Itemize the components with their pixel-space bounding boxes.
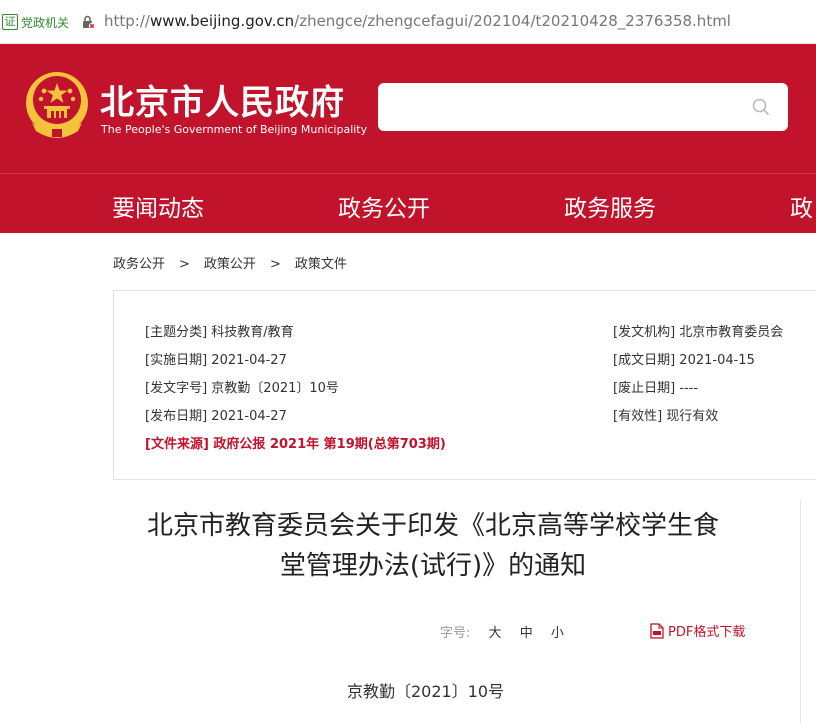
nav-item-news[interactable]: 要闻动态 (112, 189, 204, 223)
breadcrumb-item-policy-open[interactable]: 政策公开 (204, 257, 256, 272)
content-divider (800, 500, 801, 723)
document-info-box: [主题分类] 科技教育/教育 [实施日期] 2021-04-27 [发文字号] … (113, 290, 816, 480)
info-repeal-date: [废止日期] ---- (613, 381, 699, 396)
insecure-lock-icon[interactable] (80, 14, 96, 30)
info-publish-date: [发布日期] 2021-04-27 (145, 409, 287, 424)
font-size-label: 字号: (440, 626, 471, 641)
cert-label: 党政机关 (21, 15, 70, 30)
article-doc-number: 京教勤〔2021〕10号 (347, 682, 505, 701)
font-size-medium-button[interactable]: 中 (520, 626, 533, 641)
breadcrumb-separator: > (179, 257, 190, 272)
breadcrumb-separator: > (269, 257, 281, 272)
info-doc-number: [发文字号] 京教勤〔2021〕10号 (145, 381, 339, 396)
nav-item-gov-affairs-open[interactable]: 政务公开 (338, 189, 430, 223)
article-title: 北京市教育委员会关于印发《北京高等学校学生食 堂管理办法(试行)》的通知 (113, 506, 753, 586)
breadcrumb-item-gov-affairs[interactable]: 政务公开 (113, 257, 165, 272)
info-topic: [主题分类] 科技教育/教育 (145, 325, 294, 340)
address-bar[interactable]: 证 党政机关 http://www.beijing.gov.cn/zhengce… (0, 0, 816, 44)
main-nav: 要闻动态 政务公开 政务服务 政 (0, 173, 816, 233)
site-header: 北京市人民政府 The People's Government of Beiji… (0, 44, 816, 173)
font-size-large-button[interactable]: 大 (489, 626, 502, 641)
font-size-switcher: 字号: 大 中 小 (440, 622, 578, 641)
url-path: /zhengce/zhengcefagui/202104/t20210428_2… (294, 12, 731, 30)
national-emblem-icon[interactable] (22, 69, 92, 141)
pdf-file-icon (650, 622, 664, 639)
search-icon[interactable] (752, 98, 770, 116)
info-source: [文件来源] 政府公报 2021年 第19期(总第703期) (145, 437, 446, 452)
info-issuing-agency: [发文机构] 北京市教育委员会 (613, 325, 784, 340)
font-size-small-button[interactable]: 小 (551, 626, 564, 641)
url-scheme: http:// (104, 12, 150, 30)
site-title[interactable]: 北京市人民政府 (100, 75, 345, 124)
site-title-english: The People's Government of Beijing Munic… (101, 123, 368, 136)
info-written-date: [成文日期] 2021-04-15 (613, 353, 755, 368)
search-input[interactable] (378, 83, 788, 131)
cert-icon: 证 (2, 14, 18, 30)
nav-item-more[interactable]: 政 (790, 189, 813, 223)
nav-item-gov-services[interactable]: 政务服务 (564, 189, 656, 223)
pdf-download-link[interactable]: PDF格式下载 (650, 621, 745, 640)
url-host: www.beijing.gov.cn (149, 12, 295, 30)
info-validity: [有效性] 现行有效 (613, 409, 719, 424)
breadcrumb: 政务公开 > 政策公开 > 政策文件 (113, 253, 347, 272)
url-text[interactable]: http://www.beijing.gov.cn/zhengce/zhengc… (104, 12, 731, 30)
pdf-download-label: PDF格式下载 (668, 625, 746, 640)
article-title-line: 北京市教育委员会关于印发《北京高等学校学生食 (146, 511, 719, 541)
info-effective-date: [实施日期] 2021-04-27 (145, 353, 287, 368)
article-title-line: 堂管理办法(试行)》的通知 (279, 551, 587, 581)
breadcrumb-item-policy-docs[interactable]: 政策文件 (295, 257, 347, 272)
gov-cert-badge[interactable]: 证 党政机关 (2, 12, 69, 32)
